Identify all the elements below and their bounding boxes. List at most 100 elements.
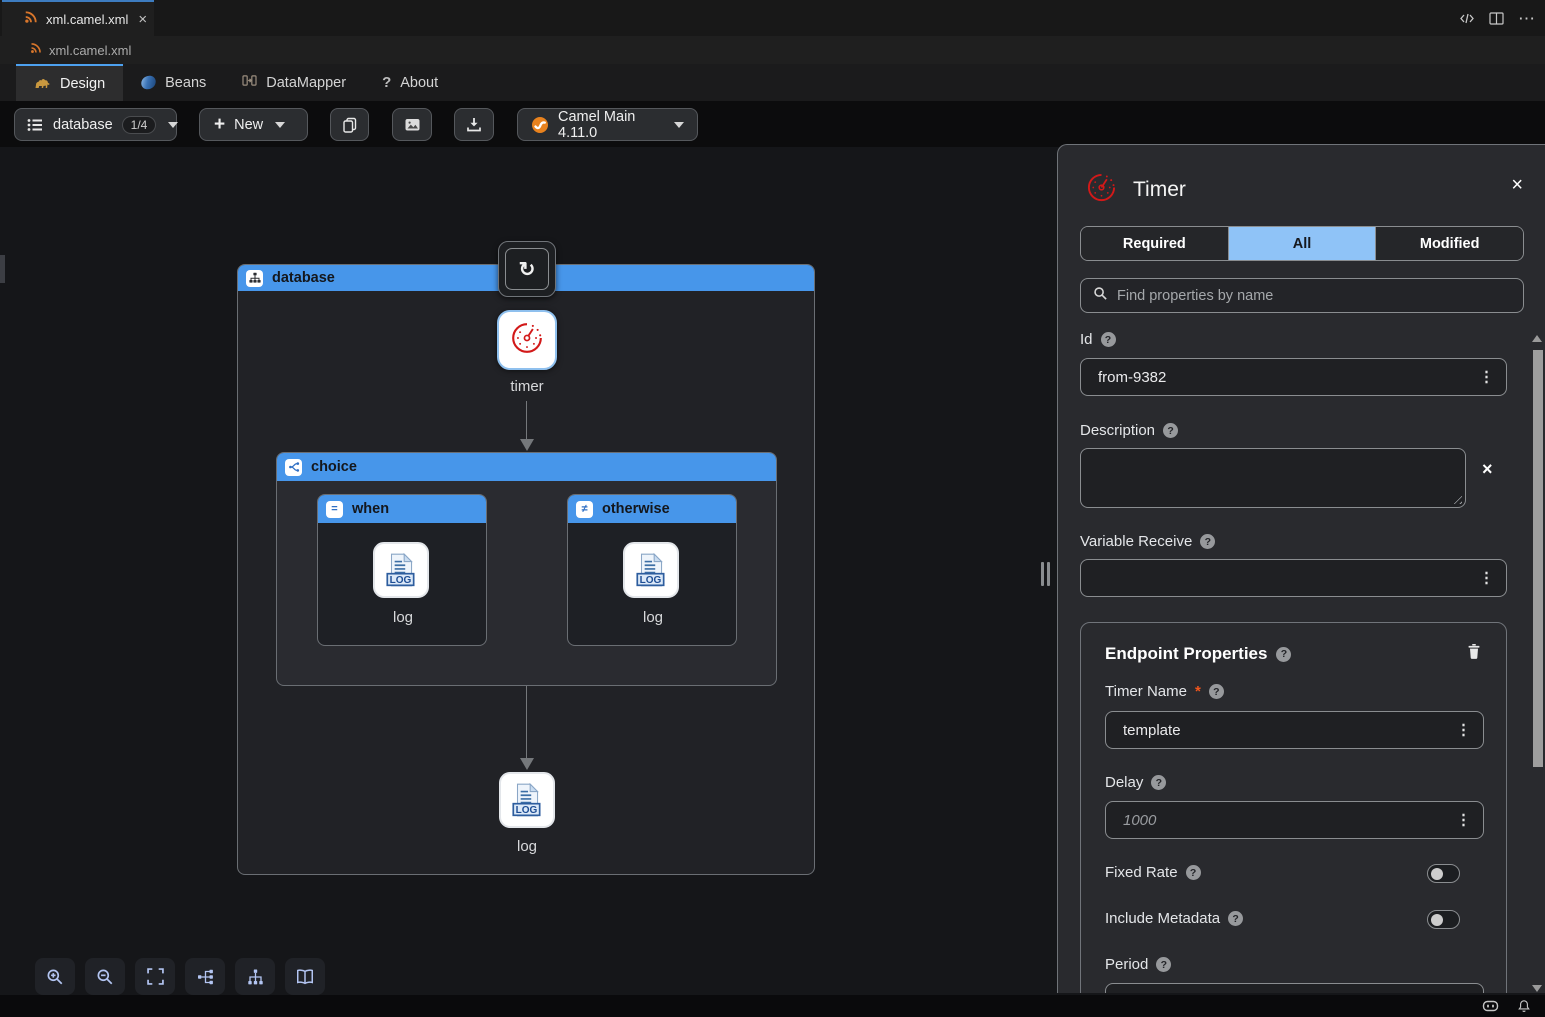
not-equals-icon: ≠ (576, 501, 593, 518)
editor-tab-label: xml.camel.xml (46, 12, 128, 27)
variable-receive-input[interactable] (1080, 559, 1507, 597)
panel-close-icon[interactable]: × (1511, 175, 1523, 195)
fixed-rate-toggle[interactable] (1427, 864, 1460, 883)
question-icon: ? (382, 74, 391, 91)
help-icon[interactable]: ? (1209, 684, 1224, 699)
fixed-rate-label: Fixed Rate ? (1105, 864, 1201, 881)
include-metadata-label: Include Metadata ? (1105, 910, 1243, 927)
node-label-timer: timer (467, 378, 587, 395)
include-metadata-toggle[interactable] (1427, 910, 1460, 929)
zoom-in-button[interactable] (35, 958, 75, 995)
chevron-down-icon (275, 122, 285, 128)
tab-about[interactable]: ? About (364, 64, 456, 101)
scrollbar-thumb[interactable] (1533, 350, 1543, 767)
vertical-layout-button[interactable] (235, 958, 275, 995)
container-otherwise[interactable]: ≠ otherwise LOG log (567, 494, 737, 646)
flows-count-badge: 1/4 (122, 116, 157, 134)
help-icon[interactable]: ? (1228, 911, 1243, 926)
breadcrumb: xml.camel.xml (0, 36, 1545, 64)
fit-to-screen-button[interactable] (135, 958, 175, 995)
description-textarea[interactable] (1080, 448, 1466, 508)
new-button-label: New (234, 117, 263, 133)
download-button[interactable] (454, 108, 494, 141)
node-label-log-when: log (343, 609, 463, 626)
help-icon[interactable]: ? (1163, 423, 1178, 438)
scrollbar-up-arrow[interactable] (1532, 335, 1542, 342)
node-log-when[interactable]: LOG (373, 542, 429, 598)
list-icon (27, 118, 43, 132)
timer-name-input[interactable] (1105, 711, 1484, 749)
variable-receive-label: Variable Receive ? (1080, 533, 1215, 550)
trash-icon[interactable] (1466, 643, 1482, 665)
help-icon[interactable]: ? (1186, 865, 1201, 880)
tab-about-label: About (400, 75, 438, 91)
copilot-icon[interactable] (1482, 999, 1499, 1013)
delay-input[interactable] (1105, 801, 1484, 839)
kebab-menu-icon[interactable]: ⋮ (1479, 370, 1494, 385)
id-input[interactable] (1080, 358, 1507, 396)
clear-description-icon[interactable]: × (1482, 460, 1493, 478)
timer-icon (1086, 172, 1117, 208)
help-icon[interactable]: ? (1151, 775, 1166, 790)
endpoint-card-title: Endpoint Properties (1105, 644, 1267, 664)
timer-name-label: Timer Name * ? (1105, 683, 1224, 700)
required-marker: * (1195, 683, 1201, 700)
tab-design[interactable]: Design (16, 64, 123, 101)
help-icon[interactable]: ? (1156, 957, 1171, 972)
variable-receive-field: ⋮ (1080, 559, 1507, 597)
when-header[interactable]: = when (318, 495, 486, 523)
tab-close-icon[interactable]: × (138, 12, 147, 27)
copy-route-button[interactable] (330, 108, 369, 141)
tab-beans-label: Beans (165, 75, 206, 91)
editor-tab-xml-camel[interactable]: xml.camel.xml × (2, 0, 154, 36)
container-when[interactable]: = when LOG log (317, 494, 487, 646)
panel-title: Timer (1133, 178, 1186, 202)
tab-datamapper[interactable]: DataMapper (224, 64, 364, 101)
camel-icon (34, 75, 51, 93)
new-route-button[interactable]: + New (199, 108, 308, 141)
node-log-otherwise[interactable]: LOG (623, 542, 679, 598)
delay-label: Delay ? (1105, 774, 1166, 791)
otherwise-header[interactable]: ≠ otherwise (568, 495, 736, 523)
filter-modified[interactable]: Modified (1375, 227, 1523, 260)
period-input[interactable] (1105, 983, 1484, 993)
edge-arrowhead (520, 758, 534, 770)
filter-required[interactable]: Required (1081, 227, 1228, 260)
choice-header[interactable]: choice (277, 453, 776, 481)
help-icon[interactable]: ? (1101, 332, 1116, 347)
help-icon[interactable]: ? (1276, 647, 1291, 662)
kebab-menu-icon[interactable]: ⋮ (1479, 571, 1494, 586)
help-icon[interactable]: ? (1200, 534, 1215, 549)
horizontal-layout-button[interactable] (185, 958, 225, 995)
catalog-book-button[interactable] (285, 958, 325, 995)
flows-button-label: database (53, 117, 113, 133)
export-image-button[interactable] (392, 108, 432, 141)
breadcrumb-item-file[interactable]: xml.camel.xml (49, 43, 131, 58)
id-field: ⋮ (1080, 358, 1507, 396)
tab-beans[interactable]: Beans (123, 64, 224, 101)
timer-name-field: ⋮ (1105, 711, 1484, 749)
chevron-down-icon (168, 122, 178, 128)
more-actions-icon[interactable]: ⋯ (1518, 10, 1535, 27)
bean-icon (139, 73, 159, 92)
properties-search (1080, 278, 1524, 313)
route-sync-button[interactable]: ↻ (498, 241, 556, 297)
kebab-menu-icon[interactable]: ⋮ (1456, 723, 1471, 738)
filter-all[interactable]: All (1228, 227, 1376, 260)
zoom-out-button[interactable] (85, 958, 125, 995)
canvas-controls (35, 958, 325, 995)
kebab-menu-icon[interactable]: ⋮ (1456, 813, 1471, 828)
node-timer[interactable] (497, 310, 557, 370)
container-choice[interactable]: choice = when LOG log ≠ otherwise (276, 452, 777, 686)
panel-resize-handle[interactable] (1041, 562, 1053, 586)
camel-file-feed-icon (30, 41, 42, 59)
camel-logo-icon (531, 116, 549, 134)
search-input[interactable] (1117, 288, 1511, 304)
scrollbar-down-arrow[interactable] (1532, 985, 1542, 992)
split-editor-icon[interactable] (1489, 12, 1504, 25)
runtime-selector-button[interactable]: Camel Main 4.11.0 (517, 108, 698, 141)
node-log-final[interactable]: LOG (499, 772, 555, 828)
flows-list-button[interactable]: database 1/4 (14, 108, 177, 141)
notifications-bell-icon[interactable] (1517, 999, 1531, 1014)
open-source-code-icon[interactable] (1459, 11, 1475, 26)
